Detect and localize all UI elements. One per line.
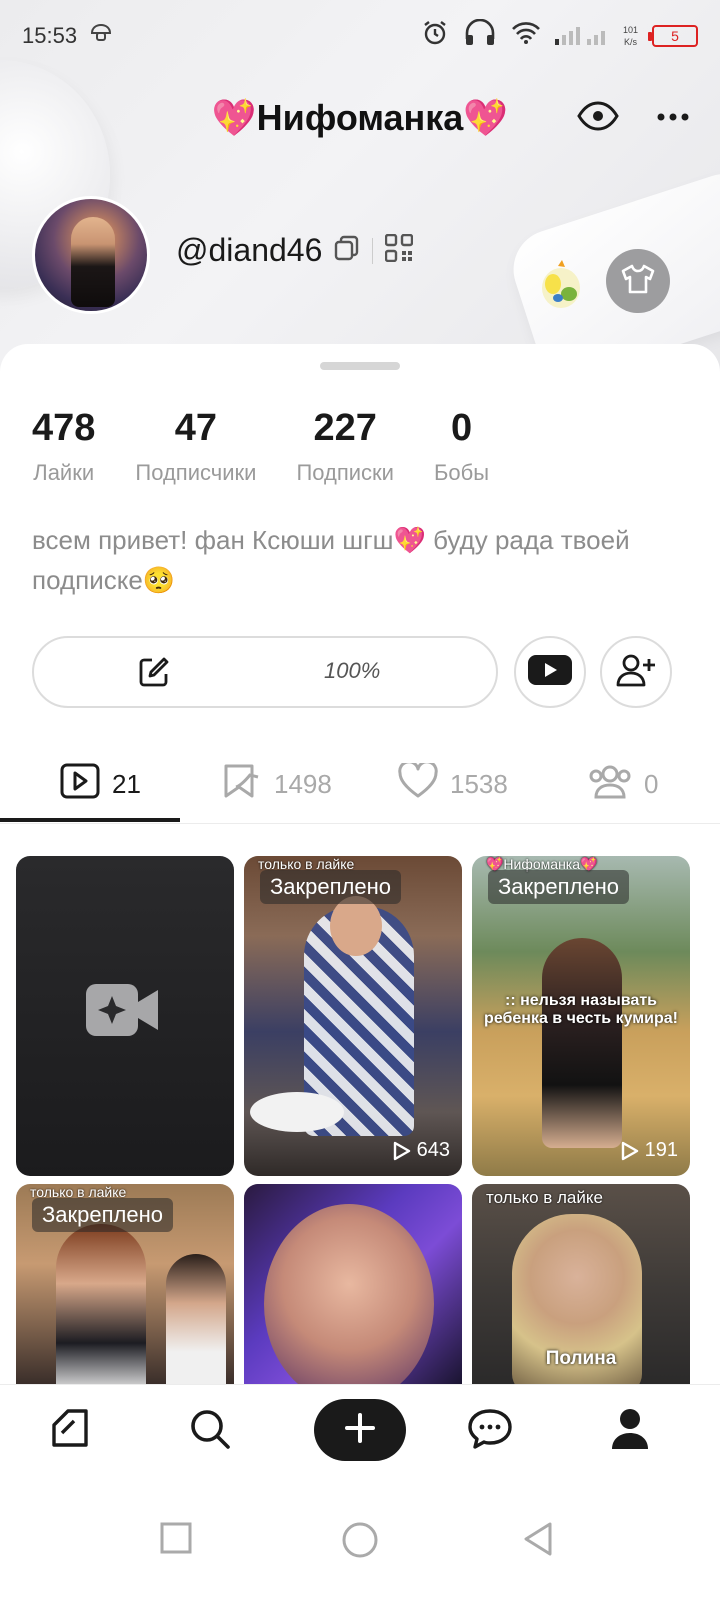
- video-tile[interactable]: только в лайке Закреплено 643: [244, 856, 462, 1176]
- create-video-tile[interactable]: [16, 856, 234, 1176]
- divider: [372, 237, 374, 264]
- pinned-badge: Закреплено: [488, 870, 629, 904]
- home-icon[interactable]: [48, 1407, 92, 1456]
- group-icon: [588, 763, 632, 806]
- video-camera-icon: [86, 982, 160, 1043]
- username: @diand46: [176, 232, 323, 268]
- add-user-icon: [616, 653, 656, 692]
- more-icon[interactable]: [656, 109, 690, 127]
- stat-followers[interactable]: 47 Подписчики: [135, 406, 256, 486]
- system-navigation: [0, 1476, 720, 1612]
- pinned-badge: Закреплено: [260, 870, 401, 904]
- content-tabs: 21 1498 1538 0: [0, 744, 720, 824]
- stat-following[interactable]: 227 Подписки: [296, 406, 394, 486]
- title-row: 💖Нифоманка💖: [0, 88, 720, 148]
- home-circle-icon[interactable]: [342, 1522, 378, 1563]
- tab-liked[interactable]: 1538: [398, 744, 508, 824]
- youtube-icon: [527, 654, 573, 691]
- headphones-icon: [463, 18, 497, 53]
- edit-icon: [138, 656, 170, 693]
- view-count: 643: [393, 1139, 450, 1162]
- video-tile[interactable]: только в лайке Полина: [472, 1184, 690, 1384]
- profile-sheet: 478 Лайки 47 Подписчики 227 Подписки 0 Б…: [0, 344, 720, 1384]
- mushroom-icon: [89, 21, 113, 51]
- back-icon[interactable]: [522, 1522, 554, 1561]
- view-count: 191: [621, 1139, 678, 1162]
- profile-completion: 100%: [324, 658, 381, 683]
- status-time: 15:53: [22, 23, 78, 48]
- plus-icon: [344, 1412, 376, 1449]
- profile-bio: всем привет! фан Ксюши шгш💖 буду рада тв…: [32, 525, 630, 595]
- heart-icon: [398, 759, 438, 806]
- profile-icon[interactable]: [610, 1407, 650, 1456]
- status-bar: 15:53 101 K/s 5: [0, 0, 720, 72]
- network-speed: 101 K/s: [622, 25, 638, 47]
- messages-icon[interactable]: [466, 1407, 514, 1456]
- create-button[interactable]: [314, 1399, 406, 1461]
- edit-profile-button[interactable]: 100%: [32, 636, 498, 708]
- avatar[interactable]: [32, 196, 150, 314]
- tab-groups[interactable]: 0: [588, 744, 658, 824]
- profile-title: 💖Нифоманка💖: [211, 97, 509, 138]
- wifi-icon: [511, 21, 541, 51]
- video-tile[interactable]: 💖Нифоманка💖 Закреплено :: нельзя называт…: [472, 856, 690, 1176]
- youtube-button[interactable]: [514, 636, 586, 708]
- username-row: @diand46: [176, 232, 414, 269]
- video-tile[interactable]: [244, 1184, 462, 1384]
- bottom-navigation: [0, 1384, 720, 1476]
- stat-likes[interactable]: 478 Лайки: [32, 406, 95, 486]
- tshirt-icon: [621, 264, 655, 299]
- stat-beans[interactable]: 0 Бобы: [434, 406, 489, 486]
- recent-apps-icon[interactable]: [160, 1522, 192, 1559]
- video-icon: [60, 763, 100, 806]
- add-friend-button[interactable]: [600, 636, 672, 708]
- copy-icon[interactable]: [334, 235, 360, 266]
- pinned-badge: Закреплено: [32, 1198, 173, 1232]
- tab-underline: [0, 818, 180, 822]
- search-icon[interactable]: [188, 1407, 232, 1456]
- battery-indicator: 5: [648, 25, 698, 47]
- video-tile[interactable]: только в лайке Закреплено: [16, 1184, 234, 1384]
- eye-icon[interactable]: [576, 99, 620, 138]
- signal-icon: [554, 21, 609, 51]
- tab-videos[interactable]: 21: [60, 744, 141, 824]
- bookmark-icon: [222, 762, 262, 807]
- sheet-handle[interactable]: [320, 362, 400, 370]
- qr-code-icon[interactable]: [385, 233, 414, 267]
- stats-row: 478 Лайки 47 Подписчики 227 Подписки 0 Б…: [32, 406, 529, 486]
- alarm-icon: [421, 19, 449, 53]
- outfit-button[interactable]: [606, 249, 670, 313]
- tab-saved[interactable]: 1498: [222, 744, 332, 824]
- pet-badge-icon[interactable]: [538, 258, 584, 310]
